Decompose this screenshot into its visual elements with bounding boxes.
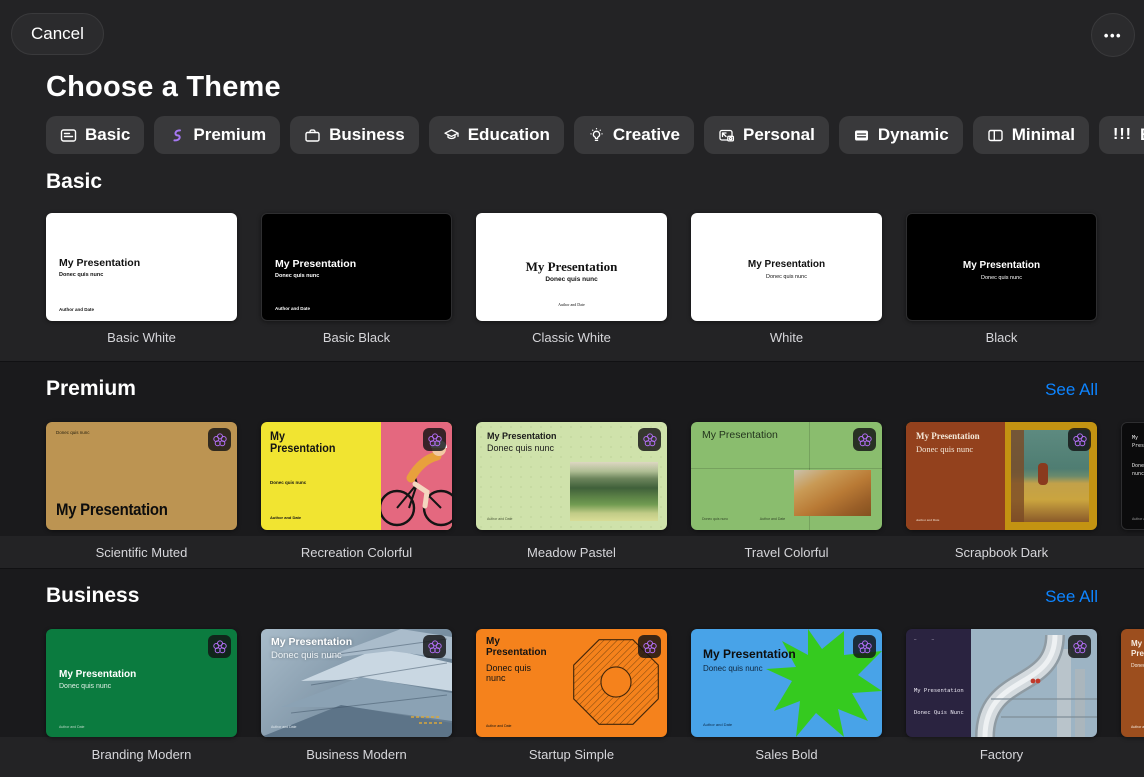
meadow-photo	[570, 462, 658, 521]
theme-card-business-modern[interactable]: My Presentation Donec quis nunc Author a…	[261, 629, 452, 737]
premium-badge	[1068, 428, 1091, 451]
filter-chip-education[interactable]: Education	[429, 116, 564, 154]
premium-theme-labels: Scientific Muted Recreation Colorful Mea…	[0, 545, 1144, 560]
theme-card-partial[interactable]: My Presentation Donec quis nunc Author a…	[1121, 629, 1144, 737]
theme-name: Recreation Colorful	[261, 545, 452, 560]
filter-chip-business[interactable]: Business	[290, 116, 419, 154]
section-title-business: Business	[46, 584, 139, 608]
theme-card-scientific-muted[interactable]: Donec quis nunc My Presentation	[46, 422, 237, 530]
theme-name: Scientific Muted	[46, 545, 237, 560]
theme-name: Classic White	[476, 330, 667, 345]
business-theme-row: My Presentation Donec quis nunc Author a…	[0, 629, 1144, 737]
filter-chip-dynamic[interactable]: Dynamic	[839, 116, 963, 154]
theme-card-scrapbook-dark[interactable]: My Presentation Donec quis nunc Author a…	[906, 422, 1097, 530]
premium-badge	[853, 428, 876, 451]
theme-category-filter-bar: Basic Premium Business Education Creativ…	[46, 116, 1144, 154]
filter-chip-premium[interactable]: Premium	[154, 116, 280, 154]
theme-card-sales-bold[interactable]: My Presentation Donec quis nunc Author a…	[691, 629, 882, 737]
theme-card-classic-white[interactable]: My Presentation Donec quis nunc Author a…	[476, 213, 667, 321]
filter-chip-creative[interactable]: Creative	[574, 116, 694, 154]
premium-badge	[423, 635, 446, 658]
theme-name: Factory	[906, 747, 1097, 762]
section-title-basic: Basic	[46, 170, 102, 194]
business-see-all-link[interactable]: See All	[1045, 587, 1098, 607]
premium-badge	[423, 428, 446, 451]
briefcase-icon	[304, 127, 321, 144]
premium-theme-row: Donec quis nunc My Presentation My Prese…	[0, 422, 1144, 530]
business-section-band: Business See All My Presentation Donec q…	[0, 568, 1144, 737]
split-pane-icon	[987, 127, 1004, 144]
theme-card-partial[interactable]: My Presentation Donec quis nunc Author a…	[1121, 422, 1144, 530]
filled-slide-icon	[853, 127, 870, 144]
theme-card-recreation-colorful[interactable]: My Presentation Donec quis nunc Author a…	[261, 422, 452, 530]
basic-theme-labels: Basic White Basic Black Classic White Wh…	[0, 330, 1144, 345]
page-title: Choose a Theme	[0, 0, 1144, 104]
premium-badge	[208, 428, 231, 451]
theme-name: Startup Simple	[476, 747, 667, 762]
premium-badge	[208, 635, 231, 658]
theme-name: Branding Modern	[46, 747, 237, 762]
theme-card-black[interactable]: My Presentation Donec quis nunc	[906, 213, 1097, 321]
filter-chip-minimal[interactable]: Minimal	[973, 116, 1089, 154]
graduation-cap-icon	[443, 127, 460, 144]
theme-card-basic-white[interactable]: My Presentation Donec quis nunc Author a…	[46, 213, 237, 321]
basic-theme-row: My Presentation Donec quis nunc Author a…	[0, 213, 1144, 321]
slide-icon	[60, 127, 77, 144]
triple-exclamation-icon: !!!	[1113, 126, 1132, 144]
theme-card-factory[interactable]: — — My Presentation Donec Quis Nunc	[906, 629, 1097, 737]
filter-chip-basic[interactable]: Basic	[46, 116, 144, 154]
theme-name: Travel Colorful	[691, 545, 882, 560]
filter-chip-bold[interactable]: !!! Bold	[1099, 116, 1144, 154]
premium-see-all-link[interactable]: See All	[1045, 380, 1098, 400]
premium-squiggle-icon	[168, 127, 185, 144]
theme-name: Sales Bold	[691, 747, 882, 762]
scrapbook-text-panel: My Presentation Donec quis nunc Author a…	[906, 422, 1005, 530]
basic-section-header: Basic	[46, 170, 1098, 194]
cancel-button[interactable]: Cancel	[11, 13, 104, 55]
theme-name: Business Modern	[261, 747, 452, 762]
premium-badge	[638, 428, 661, 451]
theme-name: Meadow Pastel	[476, 545, 667, 560]
theme-card-startup-simple[interactable]: My Presentation Donec quis nunc Author a…	[476, 629, 667, 737]
theme-name: Basic Black	[261, 330, 452, 345]
theme-card-branding-modern[interactable]: My Presentation Donec quis nunc Author a…	[46, 629, 237, 737]
theme-name: Basic White	[46, 330, 237, 345]
photo-camera-icon	[718, 127, 735, 144]
theme-name: Black	[906, 330, 1097, 345]
business-theme-labels: Branding Modern Business Modern Startup …	[0, 747, 1144, 762]
dune-photo	[794, 470, 870, 516]
premium-section-band: Premium See All Donec quis nunc My Prese…	[0, 361, 1144, 536]
theme-card-travel-colorful[interactable]: My Presentation Donec quis nunc Author a…	[691, 422, 882, 530]
section-title-premium: Premium	[46, 377, 136, 401]
premium-badge	[638, 635, 661, 658]
lightbulb-icon	[588, 127, 605, 144]
theme-name: Scrapbook Dark	[906, 545, 1097, 560]
theme-card-white[interactable]: My Presentation Donec quis nunc	[691, 213, 882, 321]
premium-badge	[1068, 635, 1091, 658]
more-options-button[interactable]: •••	[1091, 13, 1135, 57]
premium-badge	[853, 635, 876, 658]
theme-card-meadow-pastel[interactable]: My Presentation Donec quis nunc Author a…	[476, 422, 667, 530]
interior-photo-column	[1011, 430, 1024, 523]
business-section-header: Business See All	[46, 584, 1098, 608]
interior-photo-figure	[1038, 463, 1048, 485]
filter-chip-personal[interactable]: Personal	[704, 116, 829, 154]
premium-section-header: Premium See All	[46, 377, 1098, 401]
theme-name: White	[691, 330, 882, 345]
theme-card-basic-black[interactable]: My Presentation Donec quis nunc Author a…	[261, 213, 452, 321]
